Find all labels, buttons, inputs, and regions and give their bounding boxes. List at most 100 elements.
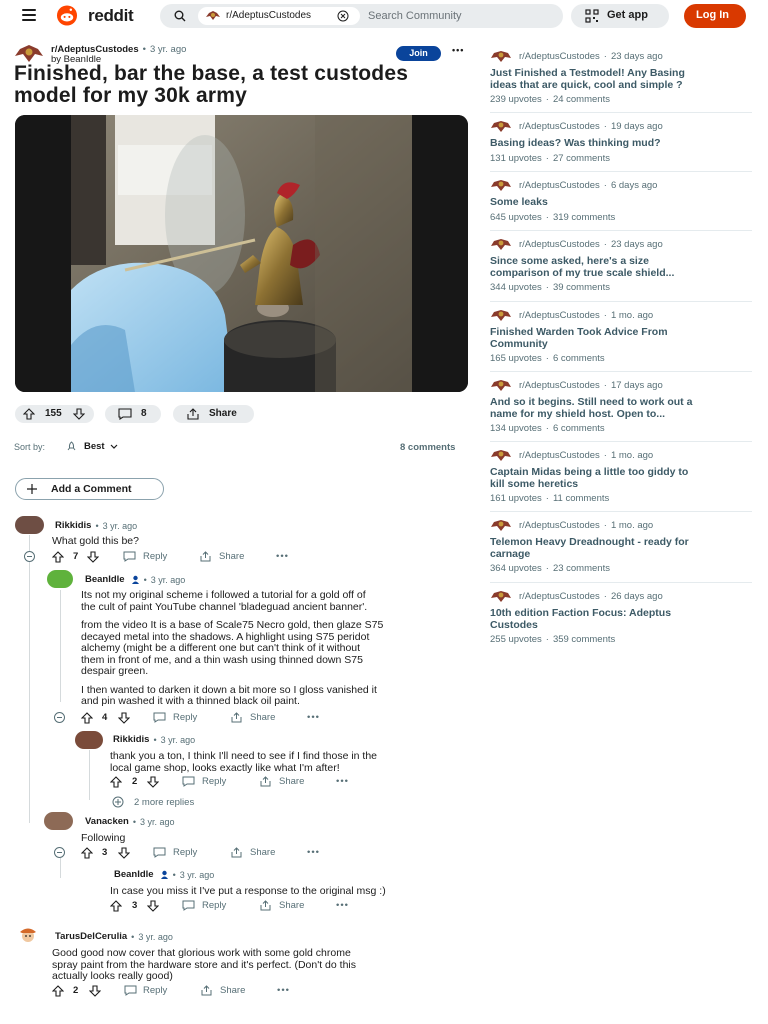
search-subreddit-chip[interactable]: r/AdeptusCustodes (198, 7, 360, 25)
add-comment-button[interactable]: Add a Comment (15, 478, 164, 500)
post-image[interactable] (15, 115, 468, 392)
upvote-icon[interactable] (110, 900, 122, 912)
more-icon[interactable]: ••• (277, 985, 290, 996)
upvote-icon[interactable] (52, 551, 64, 563)
related-post-subreddit[interactable]: r/AdeptusCustodes (519, 380, 600, 391)
related-post-upvotes: 645 upvotes (490, 211, 542, 223)
reply-button[interactable]: Reply (173, 712, 197, 723)
comments-button[interactable]: 8 (105, 405, 161, 423)
collapse-icon[interactable] (54, 712, 65, 723)
avatar[interactable] (47, 570, 73, 588)
more-icon[interactable]: ••• (336, 900, 349, 911)
avatar[interactable] (15, 516, 44, 534)
post-time: 3 yr. ago (149, 44, 187, 55)
related-post-subreddit[interactable]: r/AdeptusCustodes (519, 180, 600, 191)
related-post-title[interactable]: Since some asked, here's a size compariso… (490, 255, 740, 279)
related-post-item[interactable]: r/AdeptusCustodes · 1 mo. ago Finished Ward… (490, 309, 740, 364)
more-icon[interactable]: ••• (307, 712, 320, 723)
reply-button[interactable]: Reply (202, 776, 226, 787)
related-post-subreddit[interactable]: r/AdeptusCustodes (519, 51, 600, 62)
more-replies-link[interactable]: 2 more replies (112, 796, 194, 808)
comment-author[interactable]: TarusDelCerulia (55, 931, 127, 942)
share-button[interactable]: Share (279, 900, 304, 911)
downvote-icon[interactable] (118, 847, 130, 859)
related-post-title[interactable]: 10th edition Faction Focus: Adeptus Custo… (490, 607, 740, 631)
reply-button[interactable]: Reply (173, 847, 197, 858)
subreddit-avatar-icon[interactable] (14, 44, 44, 64)
reply-button[interactable]: Reply (143, 551, 167, 562)
related-post-subreddit[interactable]: r/AdeptusCustodes (519, 239, 600, 250)
downvote-icon[interactable] (118, 712, 130, 724)
related-post-item[interactable]: r/AdeptusCustodes · 6 days ago Some leaks 64… (490, 179, 740, 223)
downvote-icon[interactable] (89, 985, 101, 997)
related-post-upvotes: 364 upvotes (490, 563, 542, 574)
clear-icon[interactable] (337, 10, 349, 22)
comment-author[interactable]: Vanacken (85, 816, 129, 827)
downvote-icon[interactable] (147, 900, 159, 912)
comment-line: despair green. (81, 665, 149, 677)
login-button[interactable]: Log In (684, 4, 746, 28)
related-post-title[interactable]: Just Finished a Testmodel! Any Basing ide… (490, 67, 740, 91)
collapse-icon[interactable] (54, 847, 65, 858)
share-button[interactable]: Share (250, 712, 275, 723)
more-icon[interactable]: ••• (452, 45, 464, 55)
upvote-icon[interactable] (81, 847, 93, 859)
reply-button[interactable]: Reply (143, 985, 167, 996)
related-post-title[interactable]: Telemon Heavy Dreadnought - ready for car… (490, 536, 740, 560)
downvote-icon[interactable] (147, 776, 159, 788)
upvote-icon[interactable] (23, 408, 35, 420)
related-post-item[interactable]: r/AdeptusCustodes · 17 days ago And so it b… (490, 379, 740, 434)
search-input[interactable]: Search Community (368, 10, 462, 22)
avatar[interactable] (44, 812, 73, 830)
reddit-wordmark[interactable]: reddit (88, 6, 134, 26)
more-icon[interactable]: ••• (336, 776, 349, 787)
related-post-title[interactable]: Basing ideas? Was thinking mud? (490, 137, 740, 150)
related-post-subreddit[interactable]: r/AdeptusCustodes (519, 591, 600, 602)
downvote-icon[interactable] (73, 408, 85, 420)
related-post-item[interactable]: r/AdeptusCustodes · 1 mo. ago Captain Midas… (490, 449, 740, 504)
share-button[interactable]: Share (220, 985, 245, 996)
upvote-icon[interactable] (52, 985, 64, 997)
comment-author[interactable]: BeanIdle (85, 574, 125, 585)
avatar[interactable] (15, 926, 41, 946)
more-icon[interactable]: ••• (307, 847, 320, 858)
related-post-subreddit[interactable]: r/AdeptusCustodes (519, 121, 600, 132)
related-post-item[interactable]: r/AdeptusCustodes · 19 days ago Basing idea… (490, 120, 740, 164)
search-bar[interactable]: r/AdeptusCustodes Search Community (160, 4, 563, 28)
related-post-title[interactable]: Captain Midas being a little too giddy t… (490, 466, 740, 490)
comment-author[interactable]: Rikkidis (113, 734, 149, 745)
more-icon[interactable]: ••• (276, 551, 289, 562)
related-post-upvotes: 131 upvotes (490, 152, 542, 164)
related-post-title[interactable]: Some leaks (490, 196, 740, 209)
comment-author[interactable]: Rikkidis (55, 520, 91, 531)
related-post-title-line: 10th edition Faction Focus: Adeptus (490, 607, 672, 619)
related-post-title[interactable]: Finished Warden Took Advice From Communit… (490, 326, 740, 350)
related-post-stats: 255 upvotes · 359 comments (490, 634, 616, 645)
reply-button[interactable]: Reply (202, 900, 226, 911)
related-post-item[interactable]: r/AdeptusCustodes · 1 mo. ago Telemon Heavy… (490, 519, 740, 574)
get-app-button[interactable]: Get app (571, 4, 669, 28)
comment-author[interactable]: BeanIdle (114, 869, 154, 880)
related-post-subreddit[interactable]: r/AdeptusCustodes (519, 520, 600, 531)
related-post-item[interactable]: r/AdeptusCustodes · 23 days ago Just Finish… (490, 50, 740, 105)
related-post-subreddit[interactable]: r/AdeptusCustodes (519, 310, 600, 321)
downvote-icon[interactable] (87, 551, 99, 563)
related-post-item[interactable]: r/AdeptusCustodes · 26 days ago 10th editio… (490, 590, 740, 645)
sort-dropdown[interactable]: Best (66, 441, 118, 452)
share-button[interactable]: Share (279, 776, 304, 787)
reddit-logo-icon[interactable] (52, 5, 82, 26)
related-post-stats: 131 upvotes · 27 comments (490, 152, 610, 164)
collapse-icon[interactable] (24, 551, 35, 562)
menu-icon[interactable] (22, 9, 36, 21)
share-button[interactable]: Share (219, 551, 244, 562)
related-post-subreddit[interactable]: r/AdeptusCustodes (519, 450, 600, 461)
avatar[interactable] (75, 731, 103, 749)
share-button[interactable]: Share (250, 847, 275, 858)
post-title: Finished, bar the base, a test custodes … (14, 62, 409, 107)
upvote-icon[interactable] (81, 712, 93, 724)
related-post-item[interactable]: r/AdeptusCustodes · 23 days ago Since some … (490, 238, 740, 293)
join-button[interactable]: Join (396, 46, 441, 61)
share-button[interactable]: Share (173, 405, 254, 423)
upvote-icon[interactable] (110, 776, 122, 788)
related-post-title[interactable]: And so it begins. Still need to work out… (490, 396, 740, 420)
